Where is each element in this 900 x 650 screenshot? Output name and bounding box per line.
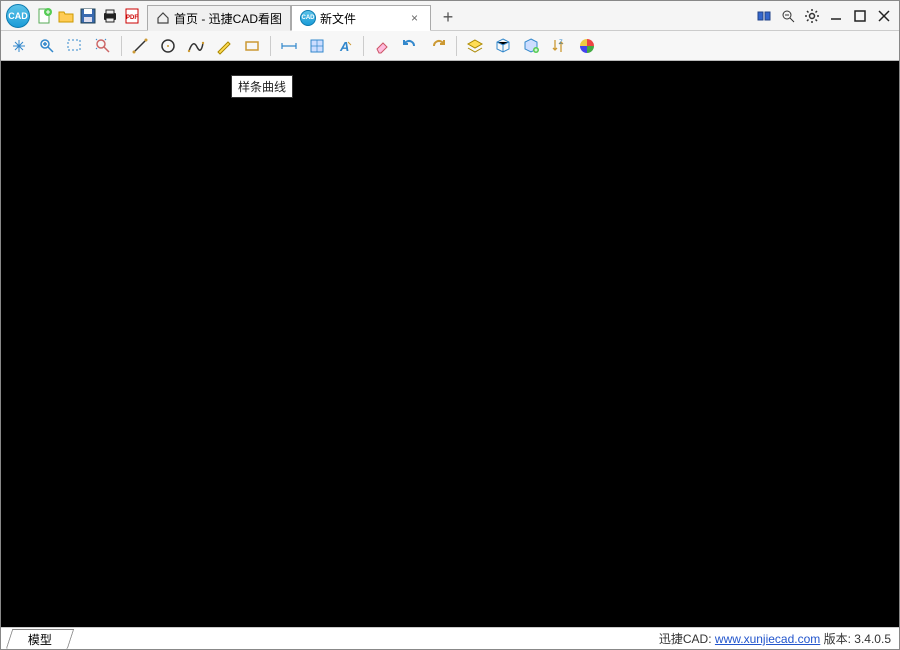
file-tab-label: 新文件: [320, 10, 356, 27]
svg-text:Z: Z: [559, 40, 563, 46]
sort-button[interactable]: Z: [547, 34, 571, 58]
tab-bar: 首页 - 迅捷CAD看图 CAD 新文件 × +: [147, 1, 751, 30]
model-space-tab[interactable]: 模型: [6, 629, 75, 649]
highlight-tool[interactable]: [212, 34, 236, 58]
spline-tool[interactable]: [184, 34, 208, 58]
home-tab-label: 首页 - 迅捷CAD看图: [174, 10, 282, 27]
separator: [363, 36, 364, 56]
zoom-out-icon[interactable]: [777, 5, 799, 27]
settings-button[interactable]: [801, 5, 823, 27]
maximize-button[interactable]: [849, 5, 871, 27]
status-info: 迅捷CAD: www.xunjiecad.com 版本: 3.4.0.5: [659, 630, 899, 647]
line-tool[interactable]: [128, 34, 152, 58]
print-button[interactable]: [99, 5, 121, 27]
app-logo-text: CAD: [6, 4, 30, 28]
color-picker-button[interactable]: [575, 34, 599, 58]
close-tab-button[interactable]: ×: [407, 11, 422, 25]
new-file-button[interactable]: [33, 5, 55, 27]
zoom-tool[interactable]: [35, 34, 59, 58]
tooltip-text: 样条曲线: [238, 80, 286, 94]
svg-text:A: A: [339, 39, 349, 54]
rectangle-tool[interactable]: [240, 34, 264, 58]
title-bar: CAD PDF 首页 - 迅捷CAD看图 CAD 新文件 × +: [1, 1, 899, 31]
close-window-button[interactable]: [873, 5, 895, 27]
measure-area-tool[interactable]: [305, 34, 329, 58]
brand-label: 迅捷CAD:: [659, 632, 712, 646]
text-tool[interactable]: A: [333, 34, 357, 58]
file-tab-active[interactable]: CAD 新文件 ×: [291, 5, 431, 31]
window-controls: [751, 5, 899, 27]
new-tab-button[interactable]: +: [435, 4, 461, 30]
export-pdf-button[interactable]: PDF: [121, 5, 143, 27]
tooltip: 样条曲线: [231, 75, 293, 98]
layers-button[interactable]: [463, 34, 487, 58]
undo-button[interactable]: [398, 34, 422, 58]
model-tab-label: 模型: [28, 631, 52, 648]
website-link[interactable]: www.xunjiecad.com: [715, 632, 820, 646]
separator: [121, 36, 122, 56]
separator: [456, 36, 457, 56]
zoom-extents-tool[interactable]: [91, 34, 115, 58]
drawing-canvas[interactable]: 样条曲线: [1, 61, 899, 627]
app-logo: CAD: [3, 1, 33, 31]
measure-distance-tool[interactable]: [277, 34, 301, 58]
layout-icon[interactable]: [753, 5, 775, 27]
redo-button[interactable]: [426, 34, 450, 58]
save-button[interactable]: [77, 5, 99, 27]
erase-tool[interactable]: [370, 34, 394, 58]
block-button[interactable]: [519, 34, 543, 58]
zoom-window-tool[interactable]: [63, 34, 87, 58]
pan-tool[interactable]: [7, 34, 31, 58]
status-bar: 模型 迅捷CAD: www.xunjiecad.com 版本: 3.4.0.5: [1, 627, 899, 649]
open-file-button[interactable]: [55, 5, 77, 27]
3d-view-button[interactable]: [491, 34, 515, 58]
toolbar: A Z: [1, 31, 899, 61]
circle-tool[interactable]: [156, 34, 180, 58]
version-label: 版本: 3.4.0.5: [824, 632, 891, 646]
svg-text:PDF: PDF: [126, 15, 138, 21]
minimize-button[interactable]: [825, 5, 847, 27]
separator: [270, 36, 271, 56]
cad-file-icon: CAD: [300, 10, 316, 26]
home-tab[interactable]: 首页 - 迅捷CAD看图: [147, 5, 291, 31]
